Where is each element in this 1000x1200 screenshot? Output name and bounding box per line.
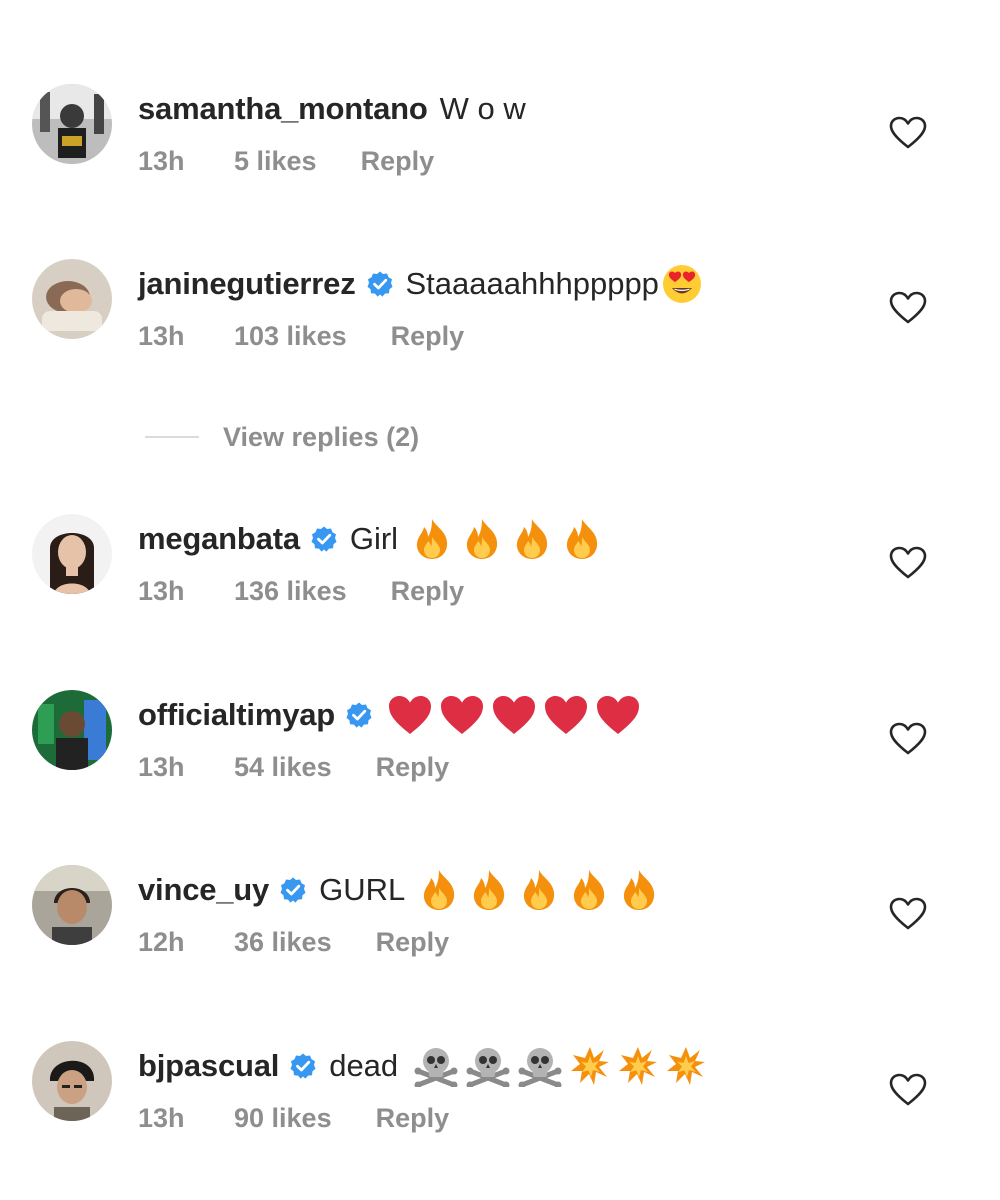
verified-badge-icon [345, 701, 373, 729]
view-replies-divider [145, 436, 199, 438]
like-heart-icon[interactable] [889, 1073, 927, 1107]
avatar[interactable] [32, 865, 112, 945]
comment-time: 13h [138, 576, 185, 606]
comment-item: samantha_montano W o w 13h 5 likes Reply [0, 84, 1000, 204]
collision-emoji-icon [666, 1046, 706, 1086]
fire-emoji-icon [410, 517, 454, 561]
view-replies-label: View replies (2) [223, 421, 420, 452]
red-heart-emoji-icon [543, 694, 589, 736]
comment-time: 13h [138, 146, 185, 176]
reply-button[interactable]: Reply [376, 752, 450, 783]
fire-emoji-icon [467, 868, 511, 912]
collision-emoji-icon [618, 1046, 658, 1086]
comment-text: Girl [349, 521, 399, 556]
heart-eyes-emoji-icon [661, 263, 703, 305]
likes-count[interactable]: 90 likes [234, 1103, 332, 1134]
likes-count[interactable]: 54 likes [234, 752, 332, 783]
avatar[interactable] [32, 690, 112, 770]
comment-header: bjpascual dead [138, 1043, 706, 1089]
reply-button[interactable]: Reply [376, 1103, 450, 1134]
likes-count[interactable]: 103 likes [234, 321, 347, 352]
view-replies-button[interactable]: View replies (2) [145, 417, 419, 457]
comment-text: GURL [319, 872, 406, 907]
verified-badge-icon [289, 1052, 317, 1080]
reply-button[interactable]: Reply [376, 927, 450, 958]
fire-emoji-icon [517, 868, 561, 912]
likes-count[interactable]: 136 likes [234, 576, 347, 607]
username[interactable]: vince_uy [138, 867, 269, 913]
like-heart-icon[interactable] [889, 897, 927, 931]
comment-time: 13h [138, 321, 185, 351]
like-heart-icon[interactable] [889, 722, 927, 756]
red-heart-emoji-icon [491, 694, 537, 736]
fire-emoji-icon [417, 868, 461, 912]
reply-button[interactable]: Reply [391, 321, 465, 352]
comment-item: vince_uy GURL 12h 36 likes Reply [0, 865, 1000, 985]
comment-text: W o w [439, 91, 526, 126]
emoji-group [387, 694, 641, 736]
comment-header: officialtimyap [138, 692, 641, 738]
like-heart-icon[interactable] [889, 546, 927, 580]
skull-crossbones-emoji-icon [466, 1045, 510, 1087]
emoji-group [410, 517, 604, 561]
comment-text: dead [329, 1048, 399, 1083]
fire-emoji-icon [510, 517, 554, 561]
comment-time: 12h [138, 927, 185, 957]
skull-crossbones-emoji-icon [414, 1045, 458, 1087]
comment-item: janinegutierrez Staaaaahhhppppp 13h 103 … [0, 259, 1000, 379]
username[interactable]: bjpascual [138, 1043, 279, 1089]
comment-item: officialtimyap 13h 54 likes Reply [0, 690, 1000, 810]
verified-badge-icon [279, 876, 307, 904]
avatar[interactable] [32, 514, 112, 594]
username[interactable]: samantha_montano [138, 86, 428, 132]
comment-time: 13h [138, 1103, 185, 1133]
comment-item: bjpascual dead 13h 90 likes Reply [0, 1041, 1000, 1161]
comment-meta: 13h 103 likes Reply [138, 321, 464, 352]
fire-emoji-icon [460, 517, 504, 561]
verified-badge-icon [310, 525, 338, 553]
fire-emoji-icon [617, 868, 661, 912]
red-heart-emoji-icon [595, 694, 641, 736]
comment-time: 13h [138, 752, 185, 782]
likes-count[interactable]: 5 likes [234, 146, 317, 177]
like-heart-icon[interactable] [889, 116, 927, 150]
comment-header: meganbata Girl [138, 516, 604, 562]
comment-meta: 12h 36 likes Reply [138, 927, 449, 958]
emoji-group [661, 263, 703, 305]
comment-meta: 13h 90 likes Reply [138, 1103, 449, 1134]
emoji-group [417, 868, 661, 912]
likes-count[interactable]: 36 likes [234, 927, 332, 958]
username[interactable]: janinegutierrez [138, 261, 356, 307]
comment-header: vince_uy GURL [138, 867, 661, 913]
emoji-group [414, 1045, 706, 1087]
comment-meta: 13h 136 likes Reply [138, 576, 464, 607]
comment-header: janinegutierrez Staaaaahhhppppp [138, 261, 703, 307]
fire-emoji-icon [560, 517, 604, 561]
comment-text: Staaaaahhhppppp [405, 266, 659, 301]
avatar[interactable] [32, 1041, 112, 1121]
red-heart-emoji-icon [439, 694, 485, 736]
collision-emoji-icon [570, 1046, 610, 1086]
comment-meta: 13h 54 likes Reply [138, 752, 449, 783]
like-heart-icon[interactable] [889, 291, 927, 325]
avatar[interactable] [32, 259, 112, 339]
verified-badge-icon [366, 270, 394, 298]
reply-button[interactable]: Reply [361, 146, 435, 177]
red-heart-emoji-icon [387, 694, 433, 736]
reply-button[interactable]: Reply [391, 576, 465, 607]
comment-header: samantha_montano W o w [138, 86, 526, 132]
fire-emoji-icon [567, 868, 611, 912]
avatar[interactable] [32, 84, 112, 164]
username[interactable]: officialtimyap [138, 692, 335, 738]
comment-meta: 13h 5 likes Reply [138, 146, 434, 177]
comment-item: meganbata Girl 13h 136 likes Reply [0, 514, 1000, 634]
skull-crossbones-emoji-icon [518, 1045, 562, 1087]
username[interactable]: meganbata [138, 516, 300, 562]
